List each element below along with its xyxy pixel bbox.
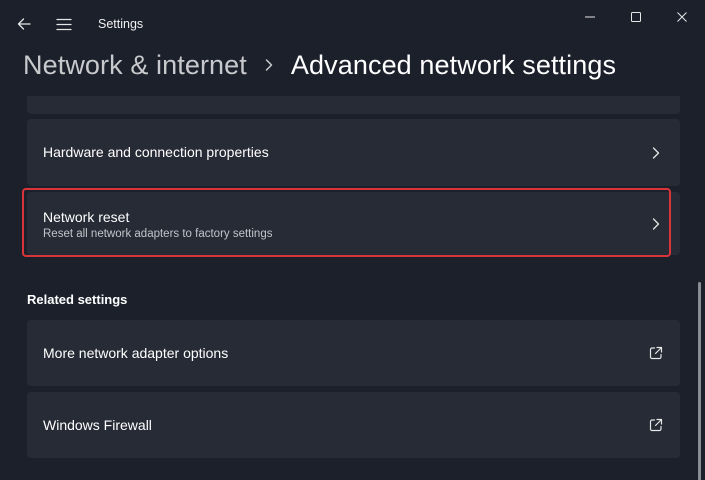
app-title: Settings — [98, 17, 144, 31]
settings-window: Settings Network & internet Advanced net… — [0, 0, 705, 480]
hamburger-menu-icon — [56, 18, 72, 30]
related-settings-heading: Related settings — [27, 292, 128, 307]
external-link-icon — [648, 345, 664, 361]
vertical-scrollbar[interactable] — [698, 282, 701, 480]
card-description: Reset all network adapters to factory se… — [43, 228, 273, 240]
chevron-right-icon — [265, 59, 273, 71]
maximize-icon — [631, 12, 641, 22]
maximize-button[interactable] — [613, 2, 659, 32]
back-button[interactable] — [10, 10, 38, 38]
settings-content: Hardware and connection properties Netwo… — [0, 96, 705, 480]
chevron-right-icon — [648, 145, 664, 161]
card-title: More network adapter options — [43, 345, 229, 361]
external-link-icon — [648, 417, 664, 433]
chevron-right-icon — [648, 216, 664, 232]
windows-firewall-card[interactable]: Windows Firewall — [27, 392, 680, 458]
back-arrow-icon — [17, 18, 31, 30]
card-title: Windows Firewall — [43, 417, 152, 433]
hardware-connection-properties-card[interactable]: Hardware and connection properties — [27, 119, 680, 186]
breadcrumb-separator — [247, 58, 291, 72]
breadcrumb-parent-link[interactable]: Network & internet — [23, 50, 247, 81]
network-reset-card[interactable]: Network reset Reset all network adapters… — [27, 192, 680, 255]
card-title: Network reset — [43, 209, 130, 225]
card-title: Hardware and connection properties — [43, 144, 269, 160]
close-icon — [677, 12, 687, 22]
more-network-adapter-options-card[interactable]: More network adapter options — [27, 320, 680, 386]
minimize-button[interactable] — [567, 2, 613, 32]
breadcrumb: Network & internet Advanced network sett… — [23, 44, 616, 86]
page-title: Advanced network settings — [290, 49, 617, 80]
minimize-icon — [585, 16, 595, 18]
close-button[interactable] — [659, 2, 705, 32]
title-bar: Settings — [0, 0, 705, 48]
navigation-menu-button[interactable] — [50, 10, 78, 38]
settings-card-partial[interactable] — [27, 96, 680, 114]
